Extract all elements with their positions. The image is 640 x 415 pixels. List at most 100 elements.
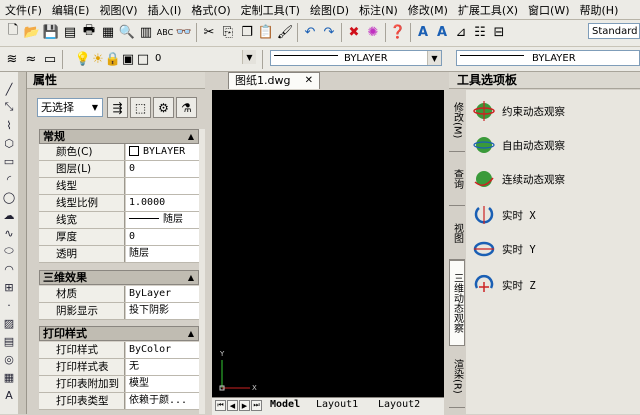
menu-format[interactable]: 格式(O): [186, 2, 235, 18]
menu-insert[interactable]: 插入(I): [143, 2, 187, 18]
arc-icon[interactable]: ◜: [2, 172, 16, 186]
layer-manager-icon[interactable]: ≋: [3, 50, 21, 68]
menu-window[interactable]: 窗口(W): [523, 2, 574, 18]
properties-scrollbar[interactable]: [199, 129, 205, 414]
filter-button[interactable]: ⚗: [176, 97, 197, 118]
category-3d-effects[interactable]: 三维效果 ▲: [39, 270, 199, 285]
property-row[interactable]: 打印样式表无: [39, 359, 199, 376]
property-row[interactable]: 线型: [39, 178, 199, 195]
property-row[interactable]: 阴影显示 投下阴影: [39, 303, 199, 320]
tab-model[interactable]: Model: [270, 399, 300, 410]
print-preview-icon[interactable]: 🔍: [118, 23, 136, 41]
save-all-icon[interactable]: ▤: [61, 23, 79, 41]
layer-color-swatch-icon[interactable]: □: [134, 50, 152, 68]
tool-continuous-orbit[interactable]: 连续动态观察: [472, 166, 632, 192]
tab-3d-orbit[interactable]: 三维动态观察: [449, 260, 465, 346]
table-style-icon[interactable]: ☷: [471, 23, 489, 41]
properties-grip-bar[interactable]: [18, 72, 27, 414]
toggle-pickadd-button[interactable]: ⇶: [107, 97, 128, 118]
multiline-text-icon[interactable]: A: [433, 23, 451, 41]
property-row[interactable]: 图层(L) 0: [39, 161, 199, 178]
property-row[interactable]: 材质 ByLayer: [39, 286, 199, 303]
print-icon[interactable]: 🖶: [80, 23, 98, 41]
delete-icon[interactable]: ✖: [345, 23, 363, 41]
table-icon[interactable]: ▦: [2, 370, 16, 384]
polygon-icon[interactable]: ⬡: [2, 136, 16, 150]
tab-layout2[interactable]: Layout2: [378, 399, 420, 410]
property-row[interactable]: 颜色(C) BYLAYER: [39, 144, 199, 161]
selection-combo[interactable]: 无选择 ▼: [37, 98, 103, 117]
category-general[interactable]: 常规 ▲: [39, 129, 199, 144]
find-icon[interactable]: 👓: [175, 23, 193, 41]
tab-view[interactable]: 视图: [449, 206, 465, 260]
clean-icon[interactable]: ✺: [364, 23, 382, 41]
point-icon[interactable]: ·: [2, 298, 16, 312]
text-style-icon[interactable]: A: [414, 23, 432, 41]
copy-icon[interactable]: ⎘: [219, 23, 237, 41]
copy-base-icon[interactable]: ❐: [238, 23, 256, 41]
menu-file[interactable]: 文件(F): [0, 2, 47, 18]
menu-modify[interactable]: 修改(M): [403, 2, 453, 18]
ellipse-icon[interactable]: ⬭: [2, 244, 16, 258]
undo-icon[interactable]: ↶: [301, 23, 319, 41]
close-icon[interactable]: ✕: [305, 73, 313, 89]
construction-line-icon[interactable]: ⤡: [2, 100, 16, 114]
redo-icon[interactable]: ↷: [320, 23, 338, 41]
property-row[interactable]: 线宽 随层: [39, 212, 199, 229]
gradient-icon[interactable]: ▤: [2, 334, 16, 348]
mtext-icon[interactable]: A: [2, 388, 16, 402]
tab-render[interactable]: 渲染(R): [449, 346, 465, 408]
plot-icon[interactable]: ▦: [99, 23, 117, 41]
cut-icon[interactable]: ✂: [200, 23, 218, 41]
menu-custom-tools[interactable]: 定制工具(T): [236, 2, 305, 18]
region-icon[interactable]: ◎: [2, 352, 16, 366]
tab-inquiry[interactable]: 查询: [449, 152, 465, 206]
tab-layout1[interactable]: Layout1: [316, 399, 358, 410]
prev-tab-button[interactable]: ◀: [227, 400, 238, 411]
property-row[interactable]: 透明 随层: [39, 246, 199, 263]
quick-select-button[interactable]: ⚙: [153, 97, 174, 118]
property-row[interactable]: 打印样式 ByColor: [39, 342, 199, 359]
open-folder-icon[interactable]: 📂: [23, 23, 41, 41]
menu-dimension[interactable]: 标注(N): [354, 2, 403, 18]
hatch-icon[interactable]: ▨: [2, 316, 16, 330]
circle-icon[interactable]: ◯: [2, 190, 16, 204]
property-row[interactable]: 打印表附加到 模型: [39, 376, 199, 393]
help-icon[interactable]: ❓: [389, 23, 407, 41]
cloud-icon[interactable]: ☁: [2, 208, 16, 222]
layer-previous-icon[interactable]: ▭: [41, 50, 59, 68]
tab-modify[interactable]: 修改(M): [449, 90, 465, 152]
publish-icon[interactable]: ▥: [137, 23, 155, 41]
menu-view[interactable]: 视图(V): [94, 2, 142, 18]
property-row[interactable]: 线型比例 1.0000: [39, 195, 199, 212]
polyline-icon[interactable]: ⌇: [2, 118, 16, 132]
select-objects-button[interactable]: ⬚: [130, 97, 151, 118]
tool-realtime-x[interactable]: 实时 X: [472, 202, 632, 228]
layer-combo[interactable]: 0 ▼: [152, 50, 256, 66]
menu-draw[interactable]: 绘图(D): [305, 2, 354, 18]
rectangle-icon[interactable]: ▭: [2, 154, 16, 168]
next-tab-button[interactable]: ▶: [239, 400, 250, 411]
category-plot-style[interactable]: 打印样式 ▲: [39, 326, 199, 341]
line-tool-icon[interactable]: ╱: [2, 82, 16, 96]
paste-icon[interactable]: 📋: [257, 23, 275, 41]
drawing-canvas[interactable]: Y X: [212, 90, 444, 397]
dimension-style-icon[interactable]: ⊿: [452, 23, 470, 41]
menu-extend-tools[interactable]: 扩展工具(X): [453, 2, 523, 18]
multileader-icon[interactable]: ⊟: [490, 23, 508, 41]
last-tab-button[interactable]: ⏭: [251, 400, 262, 411]
tool-constrained-orbit[interactable]: 约束动态观察: [472, 98, 632, 124]
new-file-icon[interactable]: 🗋: [4, 23, 22, 41]
menu-help[interactable]: 帮助(H): [575, 2, 624, 18]
linetype-combo[interactable]: BYLAYER: [456, 50, 640, 66]
match-properties-icon[interactable]: 🖌: [276, 23, 294, 41]
save-icon[interactable]: 💾: [42, 23, 60, 41]
tool-realtime-y[interactable]: 实时 Y: [472, 236, 632, 262]
color-combo[interactable]: BYLAYER ▼: [270, 50, 442, 66]
first-tab-button[interactable]: ⏮: [215, 400, 226, 411]
insert-block-icon[interactable]: ⊞: [2, 280, 16, 294]
text-style-combo[interactable]: Standard: [588, 23, 640, 39]
menu-edit[interactable]: 编辑(E): [47, 2, 95, 18]
ellipse-arc-icon[interactable]: ◠: [2, 262, 16, 276]
tool-free-orbit[interactable]: 自由动态观察: [472, 132, 632, 158]
